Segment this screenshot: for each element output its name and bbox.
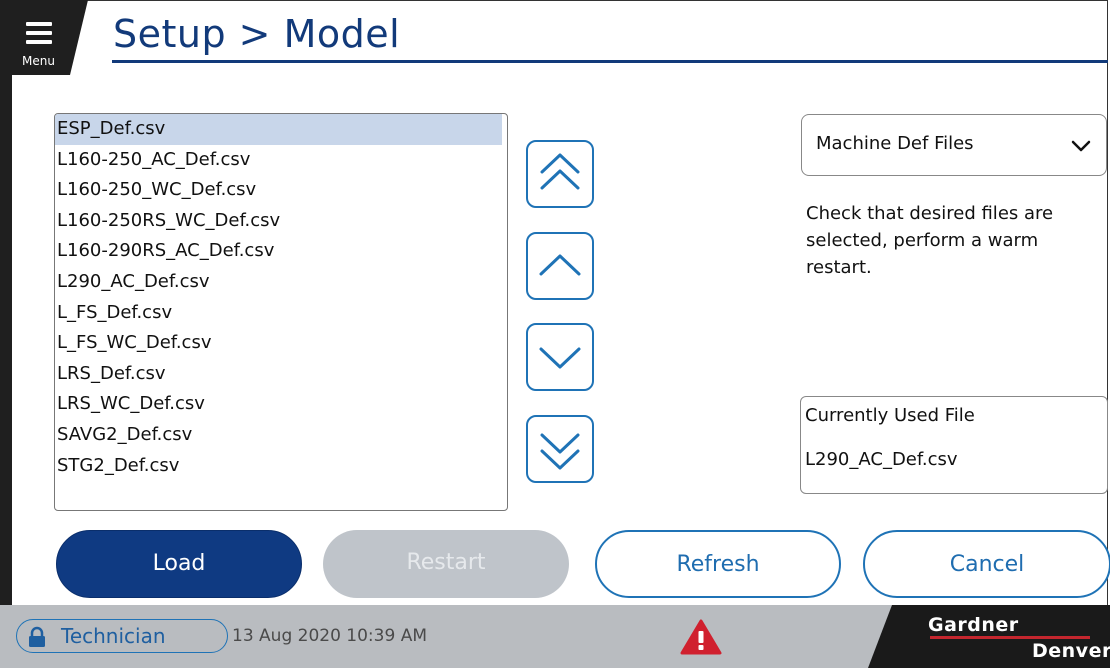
brand-red-rule [930, 636, 1090, 639]
hamburger-icon [26, 22, 52, 49]
brand-logo-line2: Denver [1032, 640, 1110, 662]
file-type-dropdown[interactable]: Machine Def Files [801, 114, 1107, 176]
file-list-item[interactable]: STG2_Def.csv [55, 451, 507, 482]
chevron-down-icon [1071, 140, 1091, 152]
load-button[interactable]: Load [56, 530, 302, 598]
up-icon [539, 254, 581, 276]
menu-label: Menu [22, 54, 55, 68]
up-button[interactable] [526, 232, 594, 300]
restart-button[interactable]: Restart [323, 530, 569, 598]
page-down-button[interactable] [526, 415, 594, 483]
refresh-button[interactable]: Refresh [595, 530, 841, 598]
file-list-item[interactable]: L160-290RS_AC_Def.csv [55, 236, 507, 267]
file-list-item[interactable]: ESP_Def.csv [55, 114, 502, 145]
brand-logo-line1: Gardner [928, 614, 1019, 636]
file-list-item[interactable]: L_FS_Def.csv [55, 298, 507, 329]
cancel-button[interactable]: Cancel [863, 530, 1110, 598]
file-list-item[interactable]: LRS_Def.csv [55, 359, 507, 390]
current-file-value: L290_AC_Def.csv [805, 449, 958, 470]
alarm-warning-icon[interactable] [680, 619, 722, 655]
file-list-item[interactable]: SAVG2_Def.csv [55, 420, 507, 451]
current-file-label: Currently Used File [805, 405, 975, 426]
page-up-button[interactable] [526, 140, 594, 208]
file-list-item[interactable]: L160-250_AC_Def.csv [55, 145, 507, 176]
down-button[interactable] [526, 323, 594, 391]
user-level-button[interactable]: Technician [16, 619, 228, 653]
user-level-label: Technician [61, 624, 166, 648]
down-icon [539, 347, 581, 369]
instructions-text: Check that desired files are selected, p… [806, 203, 1054, 278]
file-list-item[interactable]: L160-250_WC_Def.csv [55, 175, 507, 206]
left-spine [0, 0, 12, 605]
datetime-label: 13 Aug 2020 10:39 AM [232, 626, 427, 646]
menu-button[interactable]: Menu [22, 18, 56, 68]
dropdown-value: Machine Def Files [816, 133, 974, 154]
file-list-item[interactable]: LRS_WC_Def.csv [55, 389, 507, 420]
file-list[interactable]: ESP_Def.csv L160-250_AC_Def.csv L160-250_W… [54, 113, 508, 511]
page-title: Setup > Model [113, 12, 401, 56]
file-list-item[interactable]: L_FS_WC_Def.csv [55, 328, 507, 359]
title-underline [112, 60, 1108, 63]
current-file-box: Currently Used File L290_AC_Def.csv [800, 396, 1108, 494]
lock-icon [29, 626, 45, 647]
page-up-icon [540, 153, 580, 190]
file-list-item[interactable]: L160-250RS_WC_Def.csv [55, 206, 507, 237]
menu-tab: Menu [0, 0, 88, 75]
page-down-icon [540, 433, 580, 470]
file-list-item[interactable]: L290_AC_Def.csv [55, 267, 507, 298]
